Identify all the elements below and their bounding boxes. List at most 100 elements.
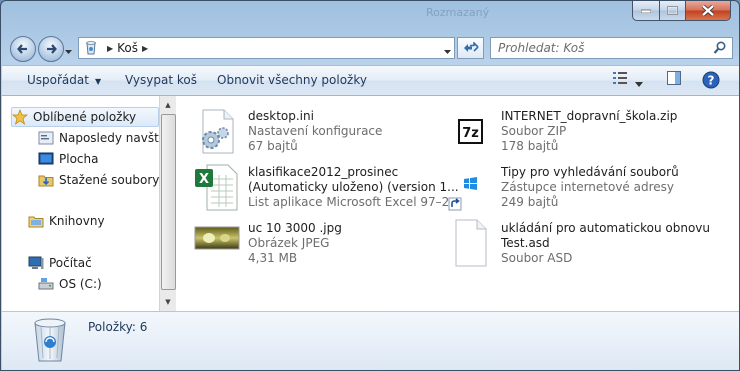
refresh-icon bbox=[463, 42, 479, 52]
recent-pages-dropdown[interactable] bbox=[65, 44, 72, 58]
nav-recent-label: Naposledy navštív bbox=[59, 131, 170, 145]
preview-pane-icon bbox=[667, 71, 681, 85]
nav-desktop-label: Plocha bbox=[59, 152, 99, 166]
nav-item-drive-c[interactable]: OS (C:) bbox=[38, 274, 102, 294]
title-bar[interactable]: Rozmazaný bbox=[1, 1, 739, 29]
close-button[interactable] bbox=[686, 1, 731, 21]
explorer-window: Rozmazaný ▶ Koš ▶ Prohledat: Koš Uspořád… bbox=[0, 0, 740, 371]
empty-recycle-bin-button[interactable]: Vysypat koš bbox=[125, 73, 197, 87]
breadcrumb-separator-icon[interactable]: ▶ bbox=[142, 44, 148, 53]
back-arrow-icon bbox=[17, 44, 27, 54]
svg-text:?: ? bbox=[708, 74, 715, 88]
chevron-down-icon bbox=[444, 50, 451, 54]
hard-drive-icon bbox=[38, 278, 54, 290]
breadcrumb-separator-icon[interactable]: ▶ bbox=[107, 44, 113, 53]
file-size: 4,31 MB bbox=[248, 251, 298, 265]
chevron-down-icon: ▼ bbox=[94, 77, 102, 86]
back-button[interactable] bbox=[10, 36, 36, 62]
file-name: klasifikace2012_prosinec bbox=[248, 165, 399, 179]
organize-button[interactable]: Uspořádat ▼ bbox=[27, 73, 101, 87]
file-type: Soubor ZIP bbox=[501, 124, 567, 138]
file-size: 67 bajtů bbox=[248, 139, 298, 153]
recycle-bin-small-icon bbox=[86, 41, 96, 55]
chevron-down-icon: ▼ bbox=[165, 297, 171, 306]
nav-libraries-label: Knihovny bbox=[49, 214, 105, 228]
chevron-down-icon bbox=[635, 82, 643, 87]
settings-file-icon bbox=[193, 107, 241, 155]
address-history-dropdown[interactable] bbox=[444, 44, 451, 58]
breadcrumb-item-recycle-bin[interactable]: Koš bbox=[117, 41, 138, 55]
scroll-down-button[interactable]: ▼ bbox=[160, 293, 176, 310]
svg-text:7z: 7z bbox=[462, 126, 479, 141]
address-row: ▶ Koš ▶ Prohledat: Koš bbox=[1, 34, 739, 62]
nav-downloads-label: Stažené soubory bbox=[59, 173, 160, 187]
file-name: INTERNET_dopravní_škola.zip bbox=[501, 109, 678, 123]
file-name-line-2: (Automaticky uloženo) (version 1... bbox=[248, 180, 459, 194]
file-type: Zástupce internetové adresy bbox=[501, 180, 675, 194]
file-type: List aplikace Microsoft Excel 97–2... bbox=[248, 195, 461, 209]
scroll-up-button[interactable]: ▲ bbox=[160, 96, 176, 113]
generic-file-icon bbox=[446, 219, 494, 267]
minimize-icon bbox=[641, 9, 651, 13]
downloads-folder-icon bbox=[38, 175, 54, 187]
file-name: Tipy pro vyhledávání souborů bbox=[501, 165, 679, 179]
close-icon bbox=[702, 5, 714, 16]
forward-button[interactable] bbox=[38, 36, 64, 62]
caption-buttons bbox=[632, 1, 731, 21]
nav-item-computer[interactable]: Počítač bbox=[28, 253, 92, 273]
window-title: Rozmazaný bbox=[426, 6, 490, 19]
list-item[interactable]: ukládání pro automatickou obnovu Test.as… bbox=[446, 219, 710, 269]
command-bar: Uspořádat ▼ Vysypat koš Obnovit všechny p… bbox=[2, 65, 739, 96]
address-bar[interactable]: ▶ Koš ▶ bbox=[78, 37, 455, 59]
item-count: Položky: 6 bbox=[88, 320, 148, 334]
refresh-button[interactable] bbox=[457, 37, 484, 59]
nav-favorites-label: Oblíbené položky bbox=[33, 110, 137, 124]
nav-item-downloads[interactable]: Stažené soubory bbox=[38, 170, 159, 190]
list-item[interactable]: 7z INTERNET_dopravní_škola.zip Soubor ZI… bbox=[446, 107, 677, 157]
list-item[interactable]: Tipy pro vyhledávání souborů Zástupce in… bbox=[446, 163, 679, 213]
scroll-thumb[interactable] bbox=[161, 114, 176, 290]
search-placeholder: Prohledat: Koš bbox=[498, 41, 585, 55]
desktop-icon bbox=[38, 152, 54, 165]
file-name: desktop.ini bbox=[248, 109, 314, 123]
file-size: 178 bajtů bbox=[501, 139, 559, 153]
nav-item-favorites[interactable]: Oblíbené položky bbox=[11, 107, 159, 127]
search-box[interactable]: Prohledat: Koš bbox=[490, 37, 733, 59]
forward-arrow-icon bbox=[47, 44, 57, 54]
file-size: 249 bajtů bbox=[501, 195, 559, 209]
internet-shortcut-icon bbox=[446, 163, 494, 211]
list-item[interactable]: desktop.ini Nastavení konfigurace 67 baj… bbox=[193, 107, 382, 157]
libraries-icon bbox=[28, 216, 44, 228]
recycle-bin-icon bbox=[34, 318, 66, 362]
nav-item-recent[interactable]: Naposledy navštív bbox=[38, 128, 169, 148]
7zip-archive-icon: 7z bbox=[446, 107, 494, 155]
maximize-icon bbox=[667, 6, 678, 15]
details-pane: Položky: 6 bbox=[2, 311, 739, 370]
nav-item-desktop[interactable]: Plocha bbox=[38, 149, 98, 169]
file-type: Nastavení konfigurace bbox=[248, 124, 383, 138]
file-name: ukládání pro automatickou obnovu bbox=[501, 221, 710, 235]
view-options-dropdown[interactable] bbox=[635, 76, 643, 90]
chevron-down-icon bbox=[65, 50, 72, 54]
star-icon bbox=[12, 109, 28, 125]
nav-item-libraries[interactable]: Knihovny bbox=[28, 211, 105, 231]
excel-file-icon: X bbox=[193, 163, 241, 211]
chevron-up-icon: ▲ bbox=[165, 100, 171, 109]
svg-text:X: X bbox=[199, 172, 209, 187]
list-item[interactable]: X klasifikace2012_prosinec (Automaticky … bbox=[193, 163, 461, 213]
nav-computer-label: Počítač bbox=[49, 256, 92, 270]
help-button[interactable]: ? bbox=[702, 71, 720, 92]
file-name: uc 10 3000 .jpg bbox=[248, 221, 342, 235]
list-item[interactable]: uc 10 3000 .jpg Obrázek JPEG 4,31 MB bbox=[193, 219, 342, 269]
search-icon[interactable] bbox=[713, 41, 726, 55]
minimize-button[interactable] bbox=[632, 1, 660, 21]
breadcrumb: ▶ Koš ▶ bbox=[103, 41, 152, 55]
maximize-button[interactable] bbox=[660, 1, 686, 21]
file-name-line-2: Test.asd bbox=[501, 236, 550, 250]
preview-pane-button[interactable] bbox=[666, 70, 682, 89]
change-view-button[interactable] bbox=[612, 70, 628, 89]
restore-all-items-button[interactable]: Obnovit všechny položky bbox=[217, 73, 367, 87]
recent-places-icon bbox=[38, 131, 54, 145]
navigation-scrollbar[interactable]: ▲ ▼ bbox=[159, 96, 176, 311]
nav-drive-c-label: OS (C:) bbox=[59, 277, 102, 291]
